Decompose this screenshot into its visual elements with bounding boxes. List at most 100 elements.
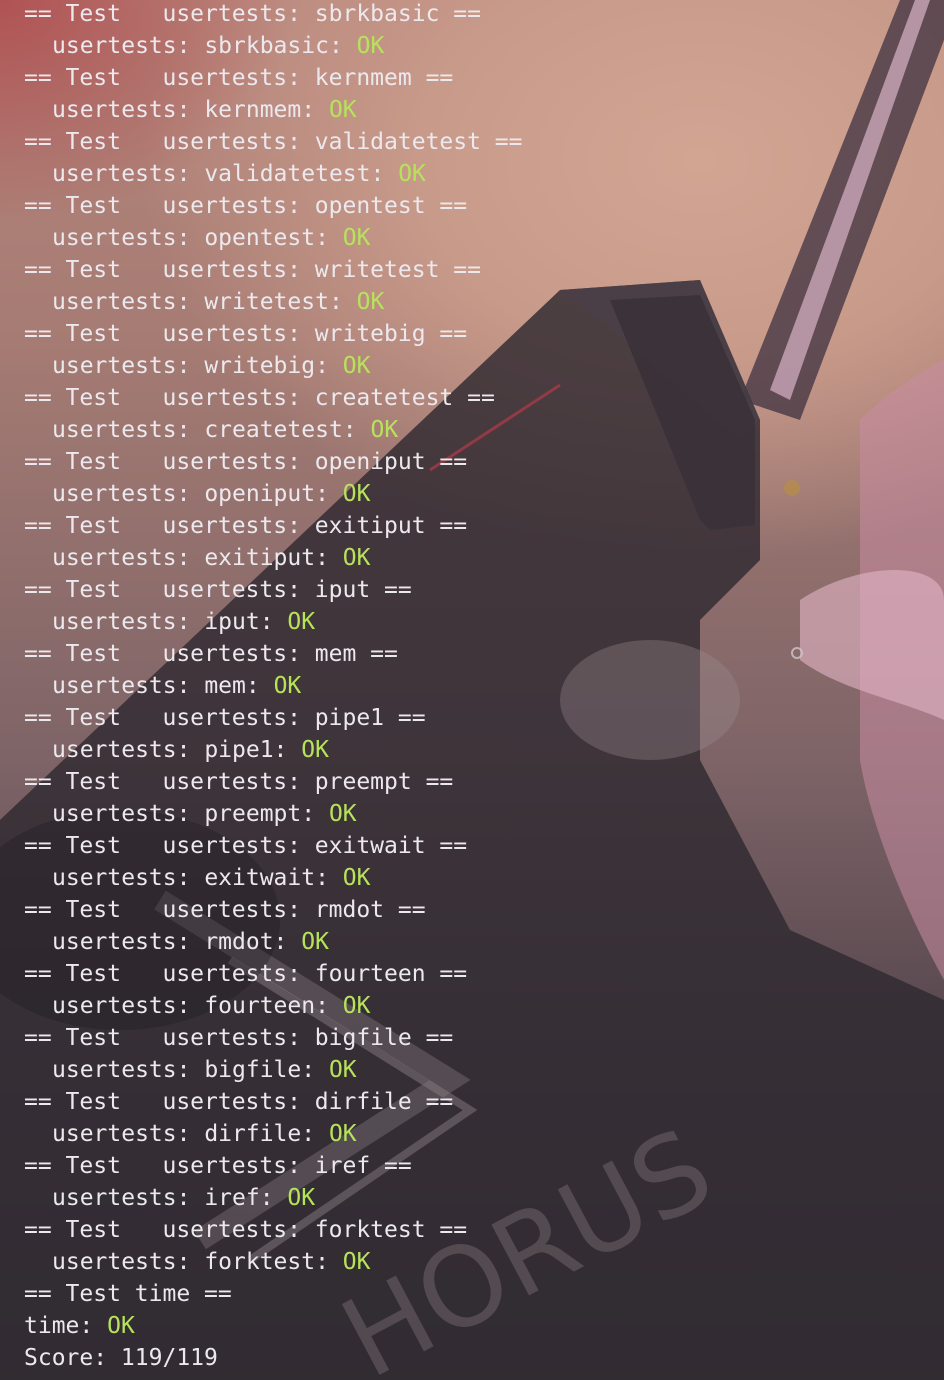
terminal-line-text: == Test usertests: exitwait == [24,833,468,859]
terminal-line-text: == Test usertests: exitiput == [24,513,468,539]
terminal-header-line: == Test usertests: exitiput == [24,510,523,542]
terminal-result-line: usertests: exitiput: OK [24,542,523,574]
status-ok-label: OK [301,929,329,955]
terminal-header-line: == Test usertests: iref == [24,1150,523,1182]
terminal-line-text: usertests: iref: [52,1185,288,1211]
terminal-line-text: == Test usertests: rmdot == [24,897,426,923]
terminal-line-text: == Test usertests: opentest == [24,193,468,219]
terminal-header-line: == Test usertests: forktest == [24,1214,523,1246]
terminal-result-line: usertests: sbrkbasic: OK [24,30,523,62]
terminal-line-text: usertests: preempt: [52,801,329,827]
terminal-result-line: usertests: exitwait: OK [24,862,523,894]
terminal-result-line: usertests: bigfile: OK [24,1054,523,1086]
status-ok-label: OK [107,1313,135,1339]
terminal-line-text: == Test usertests: writetest == [24,257,481,283]
terminal-line-text: == Test usertests: validatetest == [24,129,523,155]
terminal-result-line: usertests: opentest: OK [24,222,523,254]
terminal-header-line: == Test usertests: validatetest == [24,126,523,158]
terminal-result-line: usertests: validatetest: OK [24,158,523,190]
terminal-line-text: == Test usertests: fourteen == [24,961,468,987]
status-ok-label: OK [342,225,371,251]
terminal-line-text: usertests: writetest: [52,289,357,315]
status-ok-label: OK [328,1057,357,1083]
terminal-result-line: usertests: fourteen: OK [24,990,523,1022]
terminal-line-text: == Test usertests: kernmem == [24,65,454,91]
terminal-header-line: == Test usertests: sbrkbasic == [24,0,523,30]
terminal-header-line: == Test usertests: rmdot == [24,894,523,926]
terminal-result-line: usertests: kernmem: OK [24,94,523,126]
terminal-header-line: == Test usertests: kernmem == [24,62,523,94]
status-ok-label: OK [356,289,385,315]
terminal-line-text: == Test usertests: preempt == [24,769,454,795]
terminal-line-text: usertests: mem: [52,673,274,699]
terminal-header-line: == Test usertests: openiput == [24,446,523,478]
status-ok-label: OK [273,673,302,699]
terminal-output: == Test usertests: sbrkbasic == usertests… [24,0,523,1374]
terminal-result-line: usertests: iput: OK [24,606,523,638]
status-ok-label: OK [370,417,399,443]
terminal-line-text: usertests: kernmem: [52,97,329,123]
terminal-header-line: == Test usertests: preempt == [24,766,523,798]
status-ok-label: OK [301,737,329,763]
status-ok-label: OK [356,33,385,59]
terminal-header-line: == Test usertests: dirfile == [24,1086,523,1118]
terminal-header-line: == Test usertests: opentest == [24,190,523,222]
terminal-line-text: usertests: writebig: [52,353,343,379]
terminal-line-text: == Test usertests: createtest == [24,385,495,411]
status-ok-label: OK [342,993,371,1019]
terminal-header-line: == Test usertests: createtest == [24,382,523,414]
terminal-line-text: usertests: iput: [52,609,288,635]
status-ok-label: OK [342,865,371,891]
terminal-header-line: == Test usertests: fourteen == [24,958,523,990]
terminal-line-text: usertests: exitwait: [52,865,343,891]
terminal-line-text: usertests: validatetest: [52,161,399,187]
terminal-header-line: == Test usertests: writebig == [24,318,523,350]
terminal-line-text: usertests: opentest: [52,225,343,251]
terminal-line-text: usertests: bigfile: [52,1057,329,1083]
terminal-line-text: == Test usertests: forktest == [24,1217,468,1243]
terminal-header-line: == Test usertests: mem == [24,638,523,670]
terminal-line-text: usertests: pipe1: [52,737,302,763]
status-ok-label: OK [287,609,316,635]
terminal-line-text: == Test usertests: writebig == [24,321,468,347]
terminal-result-line: usertests: writetest: OK [24,286,523,318]
terminal-line-text: == Test usertests: iput == [24,577,412,603]
terminal-line-text: == Test usertests: iref == [24,1153,412,1179]
status-ok-label: OK [342,353,371,379]
terminal-line-text: Score: 119/119 [24,1345,218,1371]
status-ok-label: OK [328,801,357,827]
terminal-line-text: usertests: exitiput: [52,545,343,571]
terminal-result-line: usertests: forktest: OK [24,1246,523,1278]
status-ok-label: OK [328,97,357,123]
terminal-line-text: usertests: fourteen: [52,993,343,1019]
terminal-line-text: usertests: openiput: [52,481,343,507]
terminal-header-line: == Test usertests: writetest == [24,254,523,286]
terminal-result-line: time: OK [24,1310,523,1342]
terminal-line-text: usertests: sbrkbasic: [52,33,357,59]
terminal-header-line: == Test time == [24,1278,523,1310]
terminal-line-text: == Test usertests: openiput == [24,449,468,475]
status-ok-label: OK [328,1121,357,1147]
terminal-header-line: == Test usertests: iput == [24,574,523,606]
terminal-result-line: usertests: mem: OK [24,670,523,702]
terminal-result-line: usertests: dirfile: OK [24,1118,523,1150]
terminal-result-line: usertests: createtest: OK [24,414,523,446]
terminal-header-line: == Test usertests: pipe1 == [24,702,523,734]
terminal-header-line: == Test usertests: exitwait == [24,830,523,862]
status-ok-label: OK [398,161,426,187]
status-ok-label: OK [342,1249,371,1275]
terminal-line-text: == Test time == [24,1281,232,1307]
terminal-line-text: == Test usertests: pipe1 == [24,705,426,731]
terminal-line-text: == Test usertests: dirfile == [24,1089,454,1115]
terminal-result-line: usertests: openiput: OK [24,478,523,510]
terminal-line-text: == Test usertests: mem == [24,641,398,667]
terminal-line-text: usertests: createtest: [52,417,371,443]
terminal-header-line: == Test usertests: bigfile == [24,1022,523,1054]
terminal-line-text: usertests: rmdot: [52,929,302,955]
terminal-header-line: Score: 119/119 [24,1342,523,1374]
terminal-result-line: usertests: preempt: OK [24,798,523,830]
terminal-result-line: usertests: writebig: OK [24,350,523,382]
terminal-result-line: usertests: iref: OK [24,1182,523,1214]
terminal-line-text: usertests: dirfile: [52,1121,329,1147]
status-ok-label: OK [342,545,371,571]
